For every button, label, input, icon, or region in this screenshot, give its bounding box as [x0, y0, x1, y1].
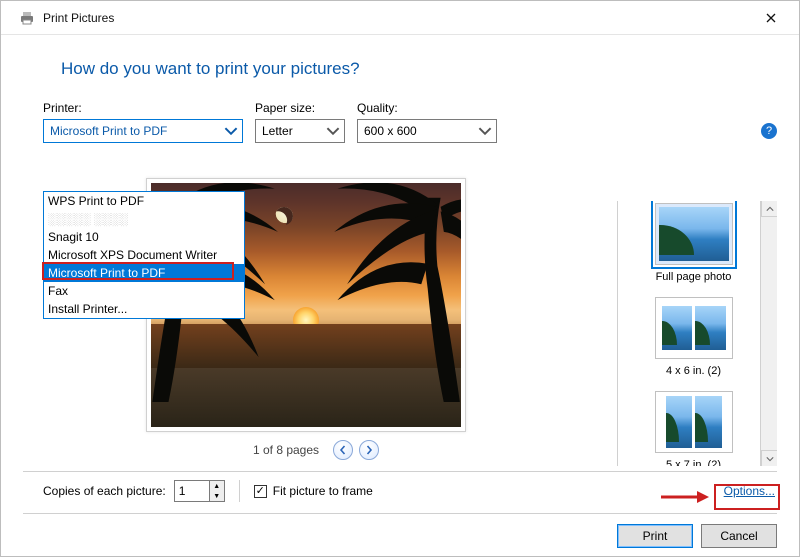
scroll-up-button[interactable]: [761, 201, 777, 217]
dialog-buttons: Print Cancel: [617, 524, 777, 548]
layout-panel: Full page photo 4 x 6 in. (2) 5 x 7 in. (2…: [617, 201, 777, 466]
scroll-down-button[interactable]: [761, 450, 777, 466]
print-button[interactable]: Print: [617, 524, 693, 548]
checkbox-icon: ✓: [254, 485, 267, 498]
chevron-down-icon: [478, 124, 492, 138]
titlebar: Print Pictures: [1, 1, 799, 35]
help-icon[interactable]: ?: [761, 123, 777, 139]
copies-spinner[interactable]: ▲ ▼: [174, 480, 225, 502]
copies-label: Copies of each picture:: [43, 484, 166, 498]
window-title: Print Pictures: [43, 11, 114, 25]
pager-text: 1 of 8 pages: [253, 443, 319, 457]
copies-input[interactable]: [174, 480, 210, 502]
print-pictures-dialog: Print Pictures How do you want to print …: [0, 0, 800, 557]
printer-dropdown-item[interactable]: Install Printer...: [44, 300, 244, 318]
printer-dropdown-item[interactable]: Snagit 10: [44, 228, 244, 246]
fit-to-frame-checkbox[interactable]: ✓ Fit picture to frame: [254, 484, 373, 498]
layout-option[interactable]: Full page photo: [626, 203, 761, 283]
printer-icon: [19, 10, 35, 26]
quality-label: Quality:: [357, 101, 497, 115]
printer-label: Printer:: [43, 101, 243, 115]
combo-row: Microsoft Print to PDF Letter 600 x 600 …: [1, 119, 799, 143]
printer-dropdown-item[interactable]: ░░░░░ ░░░░: [44, 210, 244, 228]
layout-thumbnail: [655, 391, 733, 453]
pager: 1 of 8 pages: [43, 440, 589, 460]
chevron-down-icon: [326, 124, 340, 138]
printer-dropdown-item[interactable]: Fax: [44, 282, 244, 300]
options-link[interactable]: Options...: [722, 482, 777, 500]
next-page-button[interactable]: [359, 440, 379, 460]
printer-combo-value: Microsoft Print to PDF: [50, 124, 167, 138]
printer-dropdown-item[interactable]: Microsoft Print to PDF: [44, 264, 244, 282]
separator: [239, 480, 240, 502]
cancel-button[interactable]: Cancel: [701, 524, 777, 548]
quality-combo[interactable]: 600 x 600: [357, 119, 497, 143]
separator: [23, 513, 777, 514]
layout-thumbnail: [655, 203, 733, 265]
layout-option[interactable]: 5 x 7 in. (2): [626, 391, 761, 466]
paper-size-combo-value: Letter: [262, 124, 293, 138]
printer-dropdown-list[interactable]: WPS Print to PDF░░░░░ ░░░░Snagit 10Micro…: [43, 191, 245, 319]
separator: [23, 471, 777, 472]
paper-size-label: Paper size:: [255, 101, 345, 115]
printer-dropdown-item[interactable]: Microsoft XPS Document Writer: [44, 246, 244, 264]
layout-list[interactable]: Full page photo 4 x 6 in. (2) 5 x 7 in. (2…: [618, 201, 777, 466]
chevron-down-icon: [224, 124, 238, 138]
copies-up-button[interactable]: ▲: [210, 481, 224, 491]
copies-down-button[interactable]: ▼: [210, 491, 224, 501]
layout-option-label: Full page photo: [626, 271, 761, 283]
close-button[interactable]: [751, 3, 791, 33]
layout-option-label: 4 x 6 in. (2): [626, 365, 761, 377]
layout-thumbnail: [655, 297, 733, 359]
printer-combo[interactable]: Microsoft Print to PDF: [43, 119, 243, 143]
quality-combo-value: 600 x 600: [364, 124, 417, 138]
printer-dropdown-item[interactable]: WPS Print to PDF: [44, 192, 244, 210]
fit-to-frame-label: Fit picture to frame: [273, 484, 373, 498]
prev-page-button[interactable]: [333, 440, 353, 460]
dialog-heading: How do you want to print your pictures?: [1, 35, 799, 93]
paper-size-combo[interactable]: Letter: [255, 119, 345, 143]
layout-option[interactable]: 4 x 6 in. (2): [626, 297, 761, 377]
options-row: Copies of each picture: ▲ ▼ ✓ Fit pictur…: [43, 476, 777, 506]
layout-option-label: 5 x 7 in. (2): [626, 459, 761, 466]
combo-labels-row: Printer: Paper size: Quality:: [1, 101, 799, 115]
